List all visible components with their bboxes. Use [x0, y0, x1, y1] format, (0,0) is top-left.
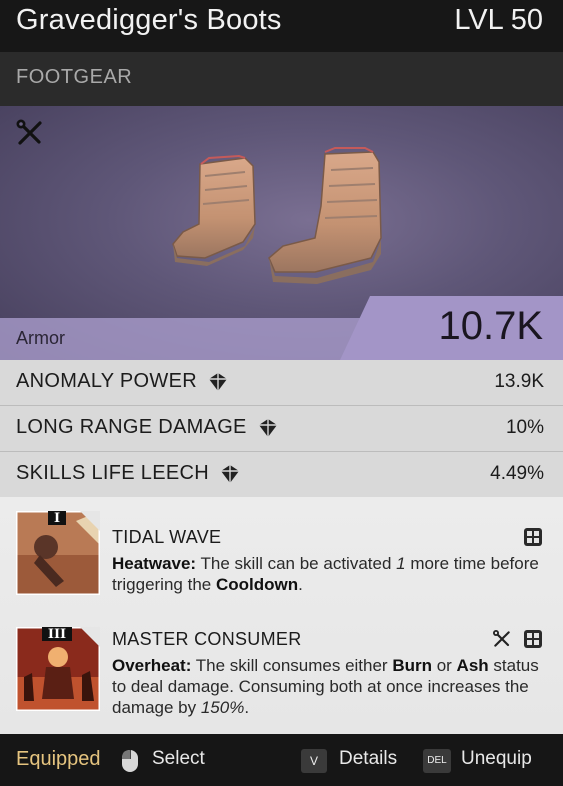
item-card: Gravedigger's Boots LVL 50 FOOTGEAR Armo… — [0, 0, 563, 786]
item-category-bar: FOOTGEAR — [0, 52, 563, 106]
wrench-screwdriver-icon — [492, 630, 510, 647]
stat-value: 13.9K — [494, 371, 544, 392]
skill-description: Overheat: The skill consumes either Burn… — [112, 656, 539, 717]
action-bar: Equipped Select V Details DEL Unequip — [0, 734, 563, 786]
skill-tier: I — [54, 511, 60, 526]
shard-icon — [208, 372, 227, 391]
grid-icon — [524, 528, 542, 546]
select-action[interactable]: Select — [152, 748, 205, 770]
unequip-key[interactable]: DEL — [423, 749, 451, 773]
skill-icons — [523, 527, 543, 551]
mouse-icon — [122, 750, 138, 772]
boots-image — [172, 147, 382, 284]
stat-label: LONG RANGE DAMAGE — [16, 416, 279, 439]
skill-title: TIDAL WAVE — [112, 527, 222, 547]
item-preview: Armor 10.7K — [0, 106, 563, 360]
armor-label: Armor — [16, 328, 65, 348]
stat-row: ANOMALY POWER 13.9K — [0, 360, 563, 406]
details-action[interactable]: Details — [339, 748, 397, 770]
skill-tier: III — [48, 627, 66, 642]
skill-title: MASTER CONSUMER — [112, 629, 302, 649]
stat-value: 10% — [505, 417, 544, 438]
wrench-screwdriver-icon — [16, 119, 42, 145]
equipped-status: Equipped — [16, 748, 101, 770]
item-level: LVL 50 — [454, 4, 543, 36]
skill-description: Heatwave: The skill can be activated 1 m… — [112, 554, 539, 594]
details-key[interactable]: V — [301, 749, 327, 773]
armor-value: 10.7K — [438, 304, 543, 348]
item-name: Gravedigger's Boots — [16, 4, 282, 36]
stats-list: ANOMALY POWER 13.9K LONG RANGE DAMAGE 10… — [0, 360, 563, 498]
skill-thumbnail: III — [16, 627, 100, 711]
item-category: FOOTGEAR — [16, 66, 133, 88]
shard-icon — [258, 418, 277, 437]
stat-row: LONG RANGE DAMAGE 10% — [0, 406, 563, 452]
grid-icon — [524, 630, 542, 648]
skill-icons — [492, 629, 543, 653]
stat-row: SKILLS LIFE LEECH 4.49% — [0, 452, 563, 498]
unequip-action[interactable]: Unequip — [461, 748, 532, 770]
skill-mods: I TIDAL WAVE Heatwave: The skill can be … — [0, 497, 563, 734]
item-header: Gravedigger's Boots LVL 50 — [0, 0, 563, 52]
skill-thumbnail: I — [16, 511, 100, 595]
stat-label: ANOMALY POWER — [16, 370, 229, 393]
stat-label: SKILLS LIFE LEECH — [16, 462, 241, 485]
stat-value: 4.49% — [490, 463, 544, 484]
shard-icon — [220, 464, 239, 483]
